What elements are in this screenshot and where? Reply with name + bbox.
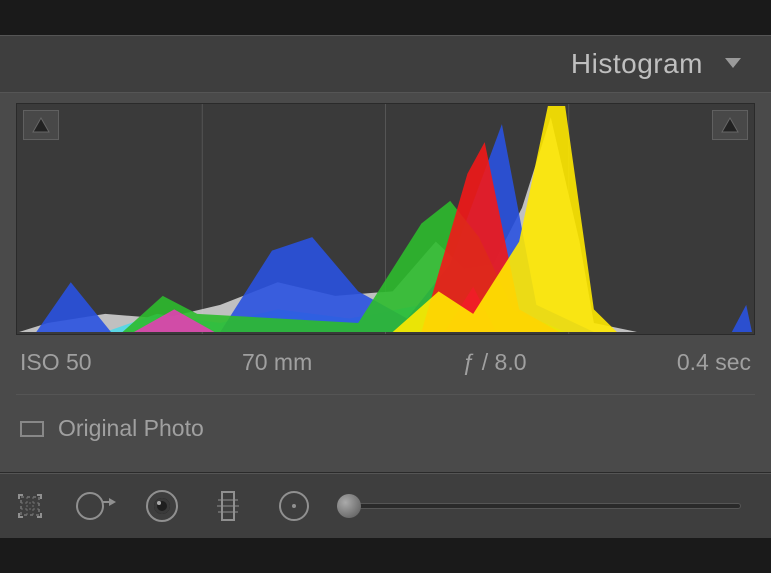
exif-focal-length[interactable]: 70 mm <box>242 349 312 376</box>
shadow-clipping-icon[interactable] <box>23 110 59 140</box>
app-top-bar <box>0 0 771 35</box>
exif-aperture[interactable]: ƒ / 8.0 <box>463 349 527 376</box>
exif-row: ISO 50 70 mm ƒ / 8.0 0.4 sec <box>16 335 755 376</box>
panel-title: Histogram <box>571 48 703 80</box>
original-photo-label: Original Photo <box>58 415 204 442</box>
spot-removal-icon[interactable] <box>76 486 116 526</box>
exif-shutter[interactable]: 0.4 sec <box>677 349 751 376</box>
graduated-filter-icon[interactable] <box>208 486 248 526</box>
panel-header[interactable]: Histogram <box>0 36 771 92</box>
tool-strip <box>0 473 771 538</box>
original-photo-toggle[interactable]: Original Photo <box>16 394 755 456</box>
panel-body: ISO 50 70 mm ƒ / 8.0 0.4 sec Original Ph… <box>0 92 771 472</box>
crop-tool-icon[interactable] <box>10 486 50 526</box>
histogram-svg <box>17 104 754 334</box>
highlight-clipping-icon[interactable] <box>712 110 748 140</box>
exif-iso[interactable]: ISO 50 <box>20 349 92 376</box>
slider-knob-icon[interactable] <box>337 494 361 518</box>
checkbox-icon[interactable] <box>20 421 44 437</box>
histogram-chart[interactable] <box>16 103 755 335</box>
radial-filter-icon[interactable] <box>274 486 314 526</box>
histogram-panel: Histogram ISO 50 70 mm ƒ / 8.0 0.4 sec O… <box>0 35 771 473</box>
red-eye-icon[interactable] <box>142 486 182 526</box>
brush-mask-slider[interactable] <box>348 503 741 509</box>
collapse-icon[interactable] <box>723 54 743 75</box>
